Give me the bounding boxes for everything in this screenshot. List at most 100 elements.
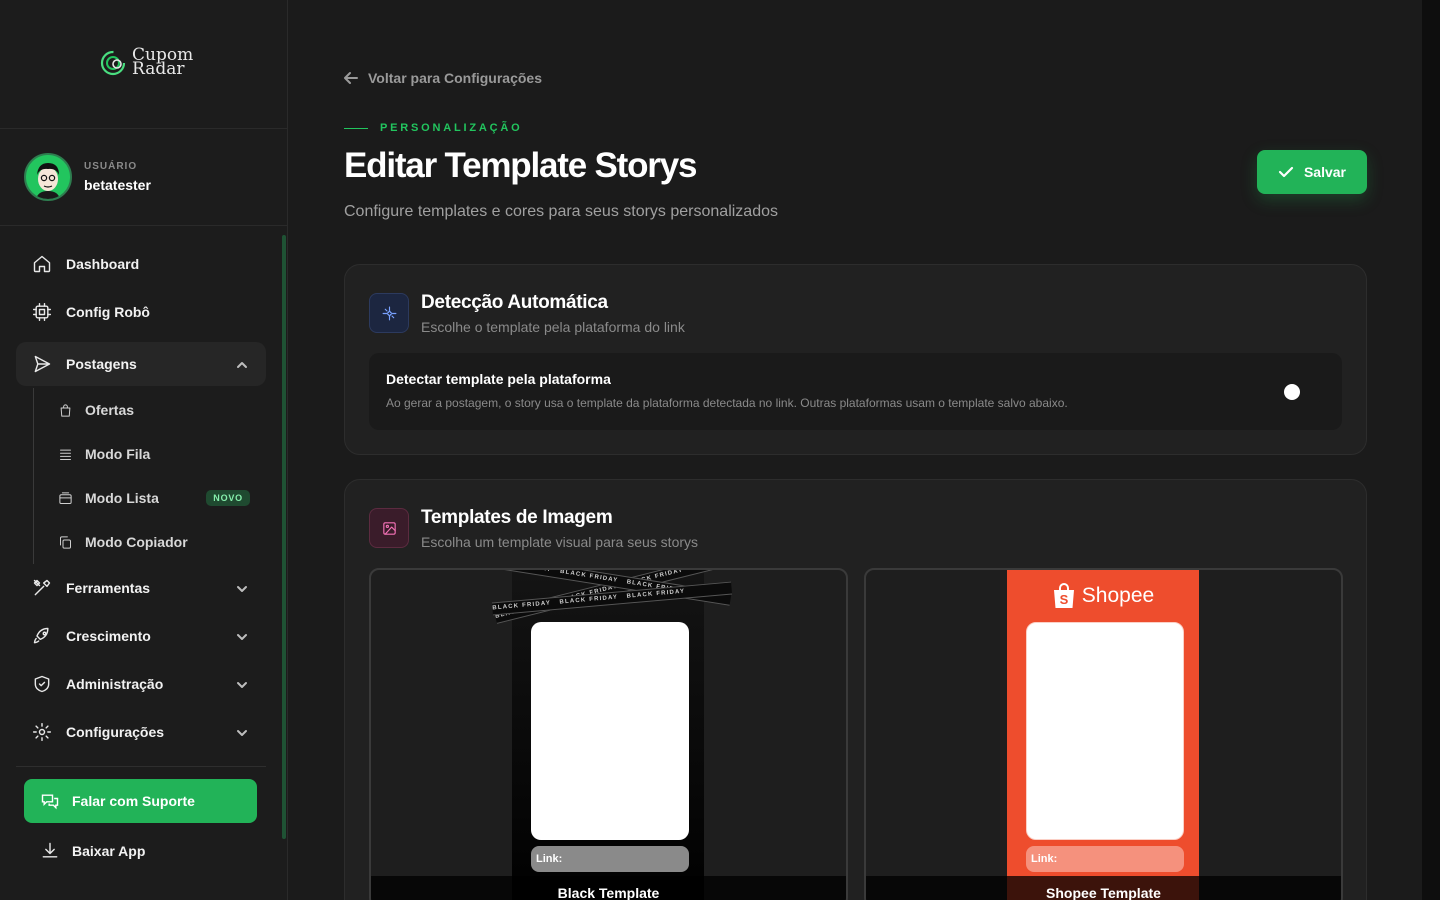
- back-link-label: Voltar para Configurações: [368, 70, 543, 86]
- sidebar-item-label: Crescimento: [66, 628, 151, 644]
- sidebar-scrollbar[interactable]: [282, 235, 286, 839]
- sidebar-item-label: Configurações: [66, 724, 165, 740]
- detect-platform-toggle[interactable]: [1281, 381, 1325, 403]
- sidebar-item-label: Administração: [66, 676, 164, 692]
- shield-check-icon: [34, 675, 50, 693]
- page-title: Editar Template Storys: [344, 146, 697, 185]
- home-icon: [33, 255, 51, 273]
- eyebrow-line: [344, 127, 368, 129]
- template-option-shopee[interactable]: S Shopee Link: Shopee Template: [864, 568, 1343, 900]
- support-button[interactable]: Falar com Suporte: [24, 779, 257, 823]
- product-photo-placeholder: [1026, 622, 1184, 840]
- chevron-up-icon: [236, 358, 248, 370]
- sidebar-item-label: Modo Copiador: [85, 534, 188, 550]
- save-button[interactable]: Salvar: [1257, 150, 1367, 194]
- shopping-bag-icon: [60, 403, 71, 417]
- page-subtitle: Configure templates e cores para seus st…: [344, 203, 778, 220]
- sidebar-item-label: Config Robô: [66, 304, 150, 320]
- template-link-field: Link:: [531, 846, 689, 872]
- sidebar-item-ofertas[interactable]: Ofertas: [34, 388, 266, 432]
- check-icon: [1278, 166, 1294, 178]
- sidebar-item-configuracoes[interactable]: Configurações: [16, 708, 266, 756]
- auto-detect-title: Detecção Automática: [421, 292, 608, 313]
- postagens-submenu: Ofertas Modo Fila Modo Lista NOVO Modo C…: [33, 388, 266, 564]
- logo-text: Cupom Radar: [132, 45, 194, 79]
- main-content: Voltar para Configurações PERSONALIZAÇÃO…: [288, 0, 1422, 900]
- sidebar-item-label: Modo Lista: [85, 490, 159, 506]
- user-avatar-icon: [26, 155, 70, 199]
- chevron-down-icon: [236, 678, 248, 690]
- chevron-down-icon: [236, 582, 248, 594]
- support-button-label: Falar com Suporte: [72, 793, 195, 809]
- black-template-preview: BLACK FRIDAY BLACK FRIDAY BLACK FRIDAY B…: [491, 570, 733, 900]
- detect-platform-title: Detectar template pela plataforma: [386, 371, 611, 387]
- sidebar-item-administracao[interactable]: Administração: [16, 660, 266, 708]
- shopee-logo: S Shopee: [1007, 582, 1199, 610]
- sidebar-item-dashboard[interactable]: Dashboard: [16, 240, 266, 288]
- window-scroll-edge: [1422, 0, 1440, 900]
- download-icon: [42, 842, 58, 858]
- sidebar-divider: [0, 225, 287, 226]
- download-app-link[interactable]: Baixar App: [24, 823, 266, 879]
- sidebar-item-modo-fila[interactable]: Modo Fila: [34, 432, 266, 476]
- sidebar-item-label: Dashboard: [66, 256, 140, 272]
- sparkles-icon: [369, 293, 409, 333]
- download-app-label: Baixar App: [72, 843, 146, 859]
- logo[interactable]: Cupom Radar: [100, 45, 194, 79]
- rocket-icon: [33, 627, 49, 644]
- template-link-field: Link:: [1026, 846, 1184, 872]
- user-label: USUÁRIO: [84, 161, 138, 172]
- chat-bubbles-icon: [41, 794, 59, 810]
- back-link[interactable]: Voltar para Configurações: [344, 70, 542, 86]
- product-photo-placeholder: [531, 622, 689, 840]
- sidebar-item-ferramentas[interactable]: Ferramentas: [16, 564, 266, 612]
- template-option-black[interactable]: BLACK FRIDAY BLACK FRIDAY BLACK FRIDAY B…: [369, 568, 848, 900]
- list-stack-icon: [60, 449, 71, 460]
- gear-icon: [32, 722, 52, 742]
- nav-divider: [16, 766, 266, 767]
- archive-icon: [59, 491, 72, 504]
- auto-detect-card: Detecção Automática Escolhe o template p…: [344, 264, 1367, 455]
- user-profile[interactable]: USUÁRIO betatester: [24, 153, 151, 201]
- template-name: Shopee Template: [866, 876, 1341, 900]
- radar-logo-icon: [100, 50, 126, 76]
- templates-title: Templates de Imagem: [421, 507, 613, 528]
- templates-subtitle: Escolha um template visual para seus sto…: [421, 534, 699, 550]
- chevron-down-icon: [236, 726, 248, 738]
- arrow-left-icon: [344, 72, 358, 84]
- copy-icon: [60, 535, 71, 549]
- sidebar-item-label: Ofertas: [85, 402, 135, 418]
- sidebar: Cupom Radar USUÁRIO betatester Dashboard…: [0, 0, 288, 900]
- cpu-icon: [32, 302, 52, 322]
- send-icon: [34, 355, 51, 373]
- image-icon: [369, 508, 409, 548]
- sidebar-divider: [0, 128, 287, 129]
- tools-icon: [33, 579, 51, 596]
- sidebar-item-config-robo[interactable]: Config Robô: [16, 288, 266, 336]
- detect-platform-description: Ao gerar a postagem, o story usa o templ…: [386, 396, 1068, 410]
- sidebar-item-label: Ferramentas: [66, 580, 151, 596]
- detect-platform-row: Detectar template pela plataforma Ao ger…: [369, 353, 1342, 430]
- sidebar-item-crescimento[interactable]: Crescimento: [16, 612, 266, 660]
- sidebar-item-postagens[interactable]: Postagens: [16, 342, 266, 386]
- avatar: [24, 153, 72, 201]
- templates-card: Templates de Imagem Escolha um template …: [344, 479, 1367, 900]
- sidebar-item-label: Modo Fila: [85, 446, 151, 462]
- toggle-knob: [1284, 384, 1300, 400]
- sidebar-item-label: Postagens: [66, 356, 137, 372]
- shopee-bag-icon: S: [1053, 583, 1074, 608]
- sidebar-item-modo-copiador[interactable]: Modo Copiador: [34, 520, 266, 564]
- user-name: betatester: [84, 177, 151, 193]
- chevron-down-icon: [236, 630, 248, 642]
- new-badge: NOVO: [206, 490, 250, 506]
- auto-detect-subtitle: Escolhe o template pela plataforma do li…: [421, 319, 685, 335]
- section-eyebrow: PERSONALIZAÇÃO: [344, 122, 522, 134]
- app-root: Cupom Radar USUÁRIO betatester Dashboard…: [0, 0, 1440, 900]
- eyebrow-text: PERSONALIZAÇÃO: [380, 122, 523, 134]
- sidebar-nav: Dashboard Config Robô Postagens Ofertas …: [16, 240, 266, 879]
- svg-text:S: S: [1059, 592, 1068, 607]
- shopee-template-preview: S Shopee Link:: [1007, 570, 1199, 900]
- sidebar-item-modo-lista[interactable]: Modo Lista NOVO: [34, 476, 266, 520]
- template-name: Black Template: [371, 876, 846, 900]
- save-button-label: Salvar: [1303, 164, 1347, 180]
